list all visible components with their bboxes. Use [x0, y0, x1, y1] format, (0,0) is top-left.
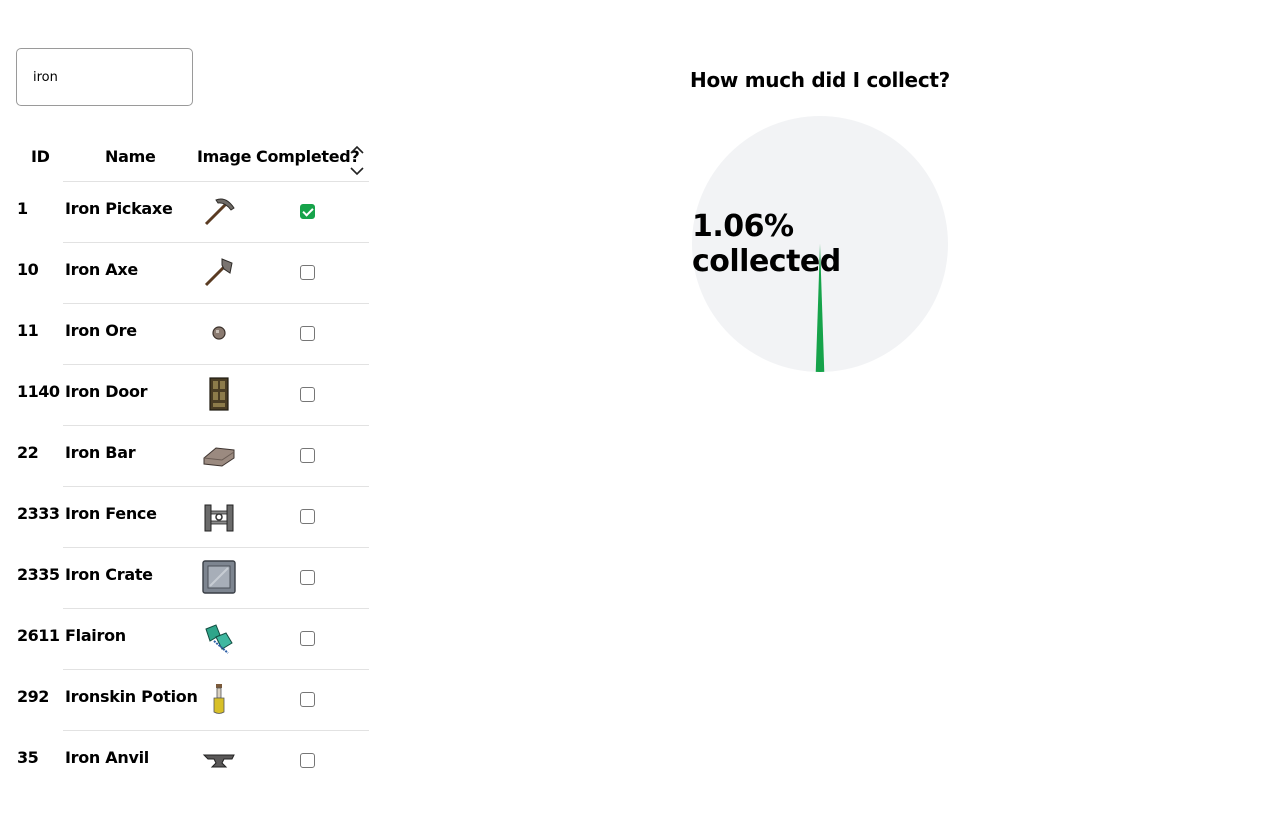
table-row: 2333 Iron Fence [16, 486, 369, 547]
collection-pie-chart: 1.06% collected [692, 116, 948, 372]
completed-checkbox[interactable] [300, 631, 315, 646]
cell-name: Iron Crate [65, 565, 153, 584]
potion-icon [202, 682, 236, 716]
fence-icon [202, 499, 236, 533]
cell-name: Iron Anvil [65, 748, 149, 767]
header-completed: Completed? [256, 147, 360, 166]
cell-id: 292 [17, 687, 49, 706]
chart-title: How much did I collect? [690, 68, 950, 92]
cell-name: Iron Axe [65, 260, 138, 279]
table-row: 2611 Flairon [16, 608, 369, 669]
door-icon [202, 377, 236, 411]
cell-name: Iron Door [65, 382, 148, 401]
completed-checkbox[interactable] [300, 692, 315, 707]
sort-toggle[interactable] [348, 140, 366, 178]
row-divider [63, 425, 369, 426]
row-divider [63, 181, 369, 182]
anvil-icon [202, 743, 236, 777]
header-id: ID [31, 147, 50, 166]
completed-checkbox[interactable] [300, 326, 315, 341]
cell-name: Ironskin Potion [65, 687, 198, 706]
table-row: 35 Iron Anvil [16, 730, 369, 791]
table-row: 1140 Iron Door [16, 364, 369, 425]
header-image: Image [197, 147, 252, 166]
ore-icon [202, 316, 236, 350]
search-input[interactable] [16, 48, 193, 106]
cell-id: 2333 [17, 504, 60, 523]
axe-icon [202, 255, 236, 289]
completed-checkbox[interactable] [300, 509, 315, 524]
completed-checkbox[interactable] [300, 753, 315, 768]
cell-name: Flairon [65, 626, 126, 645]
cell-name: Iron Pickaxe [65, 199, 173, 218]
table-row: 10 Iron Axe [16, 242, 369, 303]
table-row: 1 Iron Pickaxe [16, 181, 369, 242]
row-divider [63, 303, 369, 304]
cell-id: 2611 [17, 626, 60, 645]
cell-id: 22 [17, 443, 39, 462]
cell-id: 1 [17, 199, 28, 218]
completed-checkbox[interactable] [300, 570, 315, 585]
cell-id: 11 [17, 321, 39, 340]
row-divider [63, 364, 369, 365]
table-row: 292 Ironskin Potion [16, 669, 369, 730]
bar-icon [202, 438, 236, 472]
table-row: 11 Iron Ore [16, 303, 369, 364]
pie-label: 1.06% collected [692, 209, 841, 279]
row-divider [63, 608, 369, 609]
row-divider [63, 730, 369, 731]
table-body: 1 Iron Pickaxe 10 Iron Axe 11 Iron Ore 1140 Iro… [16, 181, 369, 791]
cell-id: 10 [17, 260, 39, 279]
completed-checkbox[interactable] [300, 204, 315, 219]
table-row: 2335 Iron Crate [16, 547, 369, 608]
completed-checkbox[interactable] [300, 265, 315, 280]
pickaxe-icon [202, 194, 236, 228]
crate-icon [202, 560, 236, 594]
header-name: Name [105, 147, 156, 166]
cell-name: Iron Ore [65, 321, 137, 340]
row-divider [63, 547, 369, 548]
page: ID Name Image Completed? 1 Iron Pickaxe 10… [0, 0, 1282, 815]
table-row: 22 Iron Bar [16, 425, 369, 486]
row-divider [63, 486, 369, 487]
cell-name: Iron Fence [65, 504, 157, 523]
row-divider [63, 242, 369, 243]
cell-id: 1140 [17, 382, 60, 401]
cell-id: 2335 [17, 565, 60, 584]
sort-chevrons-icon [350, 145, 364, 176]
items-table: ID Name Image Completed? 1 Iron Pickaxe 10… [16, 136, 369, 791]
table-header: ID Name Image Completed? [16, 136, 369, 181]
row-divider [63, 669, 369, 670]
cell-id: 35 [17, 748, 39, 767]
completed-checkbox[interactable] [300, 387, 315, 402]
cell-name: Iron Bar [65, 443, 136, 462]
flail-icon [202, 621, 236, 655]
completed-checkbox[interactable] [300, 448, 315, 463]
